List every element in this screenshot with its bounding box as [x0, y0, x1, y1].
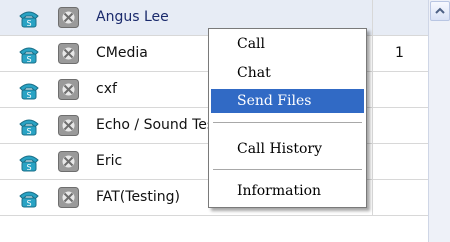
contact-count-cell — [373, 0, 428, 35]
contact-name: cxf — [96, 81, 117, 97]
menu-item-information[interactable]: Information — [211, 179, 364, 203]
contact-name: Angus Lee — [96, 9, 169, 25]
contact-count-cell — [373, 180, 428, 215]
contact-name: Eric — [96, 153, 123, 169]
contact-count-cell: 1 — [373, 36, 428, 71]
menu-item-call[interactable]: Call — [211, 32, 364, 56]
phone-icon[interactable]: S — [17, 79, 41, 101]
menu-item-chat[interactable]: Chat — [211, 61, 364, 85]
chevron-up-icon — [435, 7, 445, 14]
svg-text:S: S — [26, 199, 31, 208]
context-menu: Call Chat Send Files Call History Inform… — [208, 28, 367, 208]
contact-name: CMedia — [96, 45, 148, 61]
block-icon[interactable] — [58, 79, 79, 100]
contact-count-cell — [373, 72, 428, 107]
vertical-scrollbar[interactable] — [428, 0, 450, 242]
block-icon[interactable] — [58, 187, 79, 208]
phone-icon[interactable]: S — [17, 187, 41, 209]
menu-separator — [213, 169, 362, 171]
phone-icon[interactable]: S — [17, 43, 41, 65]
svg-text:S: S — [26, 19, 31, 28]
scroll-up-button[interactable] — [430, 1, 450, 21]
block-icon[interactable] — [58, 151, 79, 172]
phone-icon[interactable]: S — [17, 7, 41, 29]
contact-name: FAT(Testing) — [96, 189, 180, 205]
phone-icon[interactable]: S — [17, 151, 41, 173]
svg-text:S: S — [26, 91, 31, 100]
svg-text:S: S — [26, 163, 31, 172]
menu-separator — [213, 122, 362, 124]
block-icon[interactable] — [58, 115, 79, 136]
menu-item-call-history[interactable]: Call History — [211, 137, 364, 161]
contact-count-cell — [373, 144, 428, 179]
phone-icon[interactable]: S — [17, 115, 41, 137]
contact-count: 1 — [395, 45, 404, 61]
block-icon[interactable] — [58, 43, 79, 64]
menu-item-send-files[interactable]: Send Files — [211, 89, 364, 113]
svg-text:S: S — [26, 127, 31, 136]
block-icon[interactable] — [58, 7, 79, 28]
contact-count-cell — [373, 108, 428, 143]
svg-text:S: S — [26, 55, 31, 64]
